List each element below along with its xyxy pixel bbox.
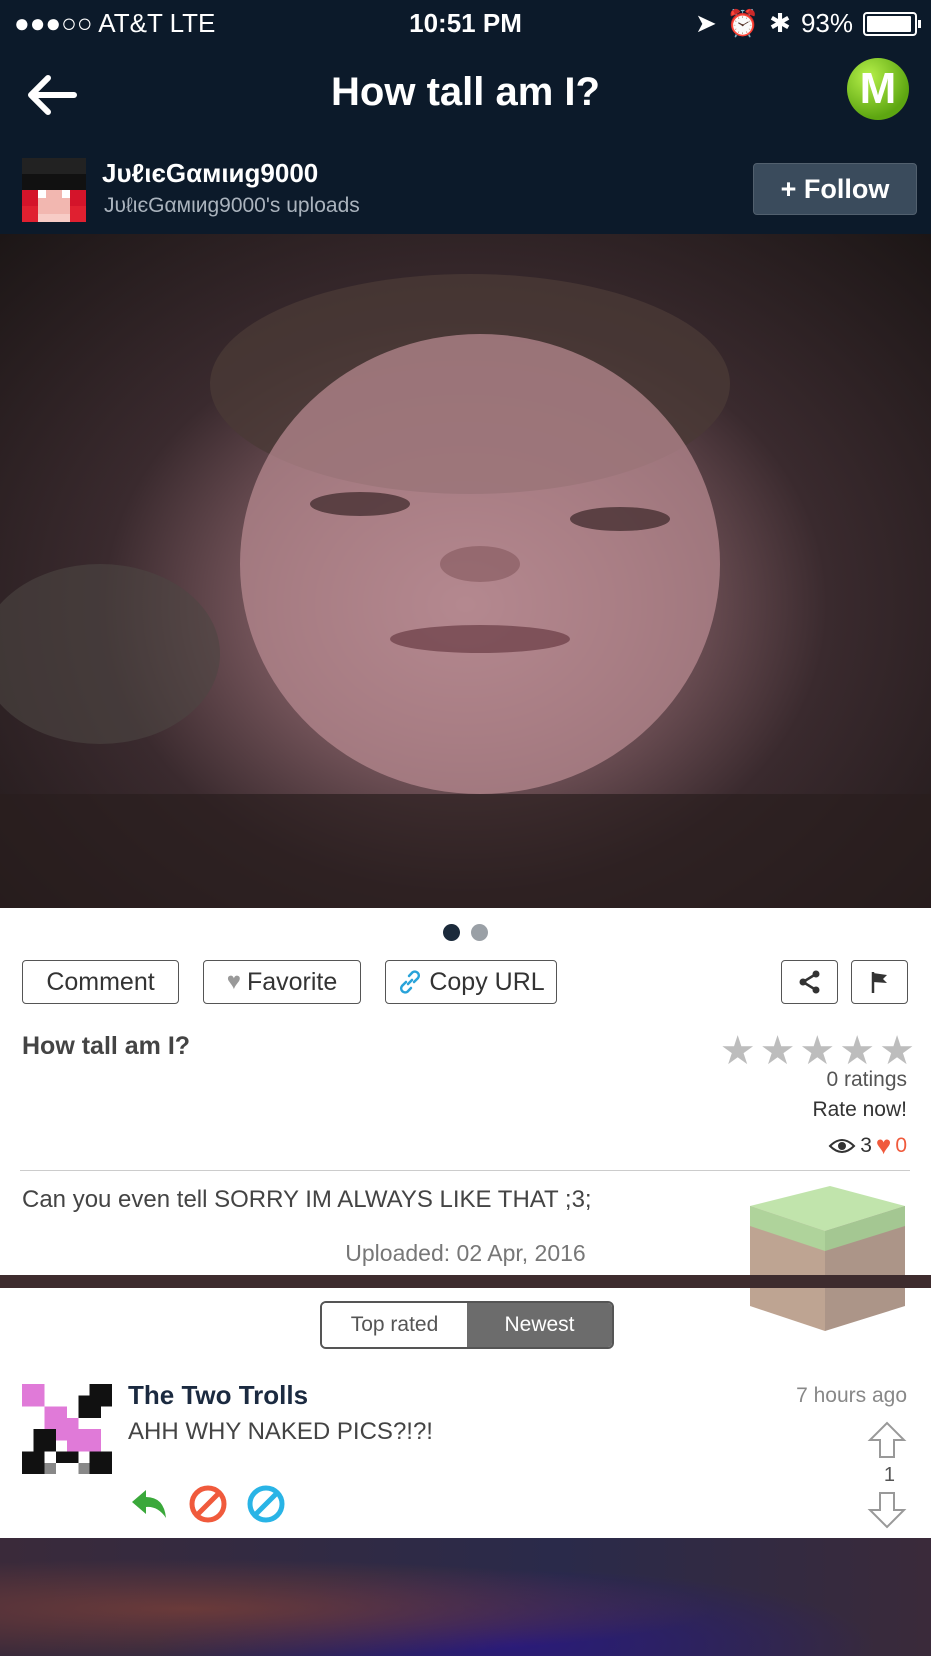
comment-sort-toggle[interactable]: Top rated Newest bbox=[320, 1301, 614, 1349]
star-icon[interactable]: ★ bbox=[720, 1028, 756, 1074]
comment-actions bbox=[128, 1484, 286, 1524]
comment-author[interactable]: The Two Trolls bbox=[128, 1380, 308, 1411]
link-icon bbox=[400, 970, 421, 994]
tab-newest[interactable]: Newest bbox=[467, 1303, 612, 1347]
status-bar: ●●●○○ AT&T LTE 10:51 PM ➤ ⏰ ✱ 93% bbox=[0, 0, 931, 46]
app-logo[interactable]: M bbox=[847, 58, 909, 120]
battery-icon bbox=[863, 11, 921, 36]
favorite-button[interactable]: ♥ Favorite bbox=[203, 960, 361, 1004]
post-description: Can you even tell SORRY IM ALWAYS LIKE T… bbox=[22, 1186, 592, 1213]
vote-count: 1 bbox=[883, 1464, 895, 1486]
reply-icon[interactable] bbox=[128, 1484, 170, 1524]
post-image[interactable] bbox=[0, 234, 931, 908]
copy-url-label: Copy URL bbox=[429, 967, 545, 996]
alarm-icon: ⏰ bbox=[726, 8, 760, 38]
comment-label: Comment bbox=[46, 967, 155, 996]
pager-dot-active[interactable] bbox=[443, 924, 461, 941]
uploader-bar: JυℓιєGαмιиg9000 JυℓιєGαмιиg9000's upload… bbox=[0, 146, 931, 235]
stats: 3 ♥ 0 bbox=[828, 1130, 907, 1161]
pager-dot[interactable] bbox=[470, 924, 488, 941]
block-icon[interactable] bbox=[188, 1484, 228, 1524]
follow-button[interactable]: + Follow bbox=[753, 163, 917, 215]
heart-icon: ♥ bbox=[875, 1130, 892, 1160]
favorite-label: Favorite bbox=[246, 967, 338, 996]
share-icon bbox=[799, 970, 819, 994]
bluetooth-icon: ✱ bbox=[769, 8, 791, 38]
uploader-name[interactable]: JυℓιєGαмιиg9000 bbox=[102, 158, 318, 189]
background-image bbox=[0, 1538, 931, 1656]
flag-comment-icon[interactable] bbox=[246, 1484, 286, 1524]
comment-time: 7 hours ago bbox=[796, 1384, 907, 1407]
nav-bar: How tall am I? M bbox=[0, 46, 931, 146]
avatar[interactable] bbox=[22, 1384, 112, 1474]
like-count: 0 bbox=[895, 1133, 907, 1157]
share-button[interactable] bbox=[781, 960, 838, 1004]
battery-percent: 93% bbox=[800, 8, 853, 38]
view-count: 3 bbox=[860, 1133, 872, 1157]
rate-now-link[interactable]: Rate now! bbox=[812, 1098, 907, 1122]
avatar[interactable] bbox=[22, 158, 86, 222]
downvote-icon[interactable] bbox=[867, 1490, 907, 1530]
star-icon[interactable]: ★ bbox=[760, 1028, 796, 1074]
copy-url-button[interactable]: Copy URL bbox=[385, 960, 557, 1004]
ratings-count: 0 ratings bbox=[826, 1068, 907, 1091]
photo-content bbox=[0, 274, 931, 908]
status-icons: ➤ ⏰ ✱ 93% bbox=[694, 8, 921, 39]
image-pager[interactable] bbox=[0, 924, 931, 946]
report-button[interactable] bbox=[851, 960, 908, 1004]
divider bbox=[20, 1170, 910, 1171]
upload-date: Uploaded: 02 Apr, 2016 bbox=[345, 1240, 586, 1266]
page-title: How tall am I? bbox=[331, 70, 600, 114]
location-icon: ➤ bbox=[694, 8, 717, 38]
comment-text: AHH WHY NAKED PICS?!?! bbox=[128, 1418, 433, 1445]
tab-top-rated[interactable]: Top rated bbox=[322, 1303, 467, 1347]
eye-icon bbox=[828, 1138, 856, 1153]
post-title: How tall am I? bbox=[22, 1032, 191, 1060]
flag-icon bbox=[871, 972, 887, 993]
section-divider bbox=[0, 1275, 931, 1288]
upvote-icon[interactable] bbox=[867, 1420, 907, 1460]
uploader-uploads-link[interactable]: JυℓιєGαмιиg9000's uploads bbox=[104, 194, 360, 218]
heart-icon: ♥ bbox=[226, 968, 241, 995]
comment-button[interactable]: Comment bbox=[22, 960, 179, 1004]
